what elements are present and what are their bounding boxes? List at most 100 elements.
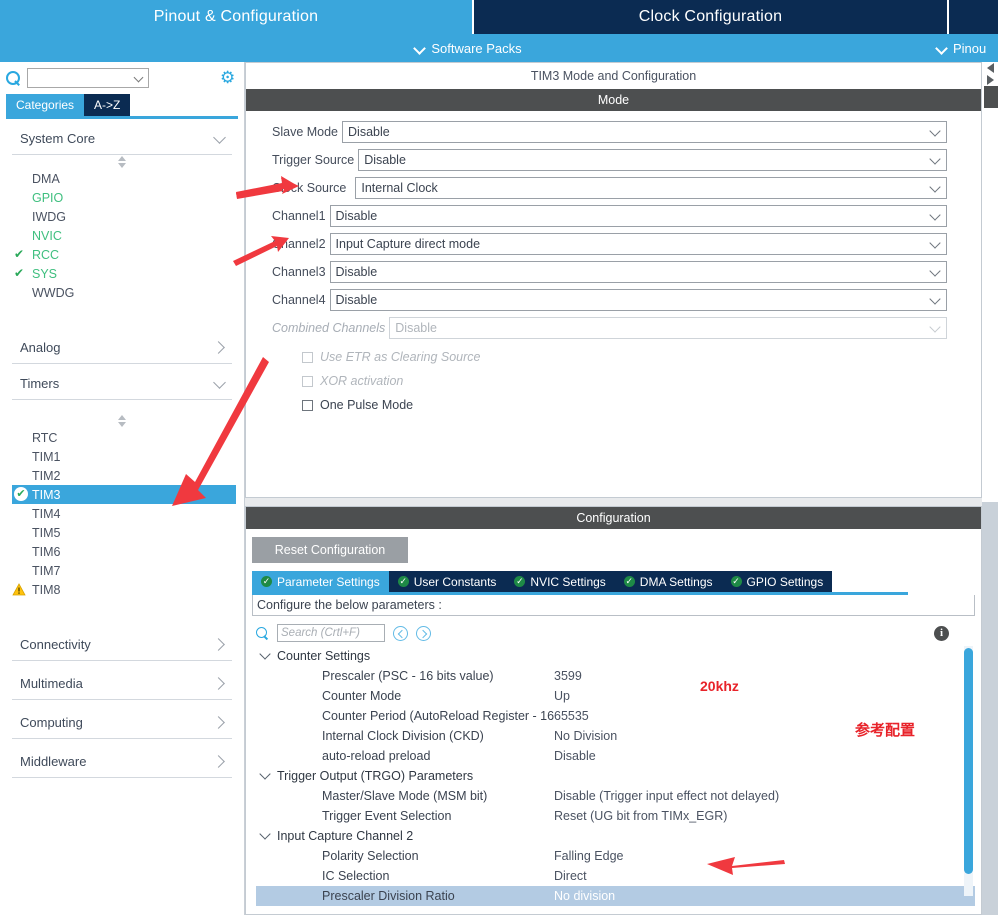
param-value: Up	[554, 689, 570, 703]
main-area: ⚙ Categories A->Z System Core DMA GPIO I…	[0, 62, 998, 915]
parameter-search-row: Search (Crtl+F) i	[250, 620, 977, 646]
channel3-select[interactable]: Disable	[329, 261, 947, 283]
sidebar-search-combo[interactable]	[27, 68, 149, 88]
sidebar-group-timers[interactable]: Timers	[12, 370, 232, 400]
channel3-value: Disable	[335, 265, 378, 279]
configuration-band: Configuration	[246, 507, 981, 529]
sidebar-item-gpio[interactable]: GPIO	[8, 188, 236, 207]
tab-clock-configuration[interactable]: Clock Configuration	[474, 0, 947, 34]
info-icon[interactable]: i	[934, 625, 949, 641]
sidebar-item-label: TIM1	[32, 449, 61, 464]
tab-gpio-settings[interactable]: ✓ GPIO Settings	[721, 571, 833, 592]
sidebar-group-analog-label: Analog	[20, 340, 61, 355]
table-row[interactable]: Prescaler (PSC - 16 bits value) 3599	[256, 666, 975, 686]
mode-panel-title: TIM3 Mode and Configuration	[246, 63, 981, 89]
sidebar-group-system-core[interactable]: System Core	[12, 125, 232, 155]
check-icon: ✔	[14, 247, 25, 261]
table-row[interactable]: Polarity Selection Falling Edge	[256, 846, 975, 866]
sidebar-item-label: TIM8	[32, 582, 61, 597]
tab-dma-settings[interactable]: ✓ DMA Settings	[614, 571, 722, 592]
configuration-tabs: ✓ Parameter Settings ✓ User Constants ✓ …	[252, 571, 977, 592]
param-name: Counter Mode	[322, 689, 402, 703]
trigger-source-value: Disable	[364, 153, 406, 167]
table-row[interactable]: Counter Mode Up	[256, 686, 975, 706]
param-group-input-capture-channel-2[interactable]: Input Capture Channel 2	[256, 826, 975, 846]
pinout-menu[interactable]: Pinou	[936, 41, 998, 56]
check-icon: ✓	[514, 576, 526, 587]
sidebar-item-tim8[interactable]: TIM8	[8, 580, 236, 599]
chevron-left-circle-icon[interactable]	[393, 625, 408, 641]
trigger-source-select[interactable]: Disable	[358, 149, 947, 171]
tab-a-to-z[interactable]: A->Z	[84, 94, 131, 116]
checkbox-icon[interactable]	[302, 399, 313, 411]
sidebar-group-computing[interactable]: Computing	[12, 709, 232, 739]
table-row[interactable]: Internal Clock Division (CKD) No Divisio…	[256, 726, 975, 746]
checkbox-use-etr-label: Use ETR as Clearing Source	[320, 350, 481, 364]
channel1-select[interactable]: Disable	[329, 205, 947, 227]
tab-overflow[interactable]	[949, 0, 998, 34]
sidebar-item-rtc[interactable]: RTC	[8, 428, 236, 447]
pinout-menu-label: Pinou	[953, 40, 987, 56]
sidebar-item-tim1[interactable]: TIM1	[8, 447, 236, 466]
checkbox-one-pulse-mode[interactable]: One Pulse Mode	[272, 393, 947, 417]
sidebar-item-nvic[interactable]: NVIC	[8, 226, 236, 245]
checkbox-one-pulse-mode-label: One Pulse Mode	[320, 398, 414, 412]
table-row[interactable]: IC Selection Direct	[256, 866, 975, 886]
param-group-counter-settings[interactable]: Counter Settings	[256, 646, 975, 666]
sidebar-group-middleware-label: Middleware	[20, 754, 87, 769]
reset-configuration-button[interactable]: Reset Configuration	[252, 537, 408, 563]
table-row[interactable]: Trigger Event Selection Reset (UG bit fr…	[256, 806, 975, 826]
field-channel4-label: Channel4	[272, 293, 326, 307]
parameter-search-input[interactable]: Search (Crtl+F)	[277, 624, 385, 642]
sidebar-item-iwdg[interactable]: IWDG	[8, 207, 236, 226]
field-channel1-label: Channel1	[272, 209, 326, 223]
sidebar-group-middleware[interactable]: Middleware	[12, 748, 232, 778]
channel2-select[interactable]: Input Capture direct mode	[329, 233, 947, 255]
arrow-left-icon[interactable]	[984, 62, 998, 74]
top-tab-bar: Pinout & Configuration Clock Configurati…	[0, 0, 998, 34]
check-icon: ✓	[397, 576, 409, 587]
software-packs-menu[interactable]: Software Packs	[0, 41, 936, 56]
tab-parameter-settings[interactable]: ✓ Parameter Settings	[252, 571, 389, 592]
param-group-trigger-output[interactable]: Trigger Output (TRGO) Parameters	[256, 766, 975, 786]
param-value: No Division	[554, 729, 618, 743]
channel4-select[interactable]: Disable	[329, 289, 947, 311]
param-value: No division	[554, 889, 616, 903]
arrow-right-icon[interactable]	[984, 74, 998, 86]
sidebar-item-tim2[interactable]: TIM2	[8, 466, 236, 485]
tab-pinout-configuration[interactable]: Pinout & Configuration	[0, 0, 472, 34]
parameter-scrollbar-thumb[interactable]	[964, 648, 973, 874]
sidebar-item-rcc[interactable]: ✔ RCC	[8, 245, 236, 264]
param-name: Master/Slave Mode (MSM bit)	[322, 789, 488, 803]
sidebar-item-tim7[interactable]: TIM7	[8, 561, 236, 580]
tab-nvic-settings[interactable]: ✓ NVIC Settings	[505, 571, 615, 592]
slave-mode-select[interactable]: Disable	[342, 121, 947, 143]
check-icon: ✓	[730, 576, 742, 587]
sidebar-item-tim4[interactable]: TIM4	[8, 504, 236, 523]
clock-source-select[interactable]: Internal Clock	[355, 177, 947, 199]
sidebar-item-tim3[interactable]: ✔ TIM3	[12, 485, 236, 504]
outer-scrollbar[interactable]	[982, 62, 998, 915]
table-row[interactable]: Counter Period (AutoReload Register - 16…	[256, 706, 975, 726]
table-row[interactable]: auto-reload preload Disable	[256, 746, 975, 766]
sidebar-group-connectivity[interactable]: Connectivity	[12, 631, 232, 661]
tab-user-constants[interactable]: ✓ User Constants	[388, 571, 506, 592]
sidebar-group-analog[interactable]: Analog	[12, 334, 232, 364]
sidebar-item-tim5[interactable]: TIM5	[8, 523, 236, 542]
param-value: Disable	[554, 749, 596, 763]
tab-user-constants-label: User Constants	[413, 574, 497, 589]
table-row[interactable]: Prescaler Division Ratio No division	[256, 886, 975, 906]
sidebar-scroll-spinner-1[interactable]	[8, 155, 236, 169]
sidebar-item-tim6[interactable]: TIM6	[8, 542, 236, 561]
tab-categories[interactable]: Categories	[6, 94, 85, 116]
table-row[interactable]: Master/Slave Mode (MSM bit) Disable (Tri…	[256, 786, 975, 806]
field-combined-channels: Combined Channels Disable	[272, 317, 947, 339]
chevron-right-circle-icon[interactable]	[416, 625, 431, 641]
sidebar-item-sys[interactable]: ✔ SYS	[8, 264, 236, 283]
sidebar-item-wwdg[interactable]: WWDG	[8, 283, 236, 302]
sidebar-group-multimedia[interactable]: Multimedia	[12, 670, 232, 700]
sidebar-scroll-spinner-2[interactable]	[8, 414, 236, 428]
sidebar-item-dma[interactable]: DMA	[8, 169, 236, 188]
gear-icon[interactable]: ⚙	[220, 69, 238, 87]
component-sidebar: ⚙ Categories A->Z System Core DMA GPIO I…	[0, 62, 245, 915]
